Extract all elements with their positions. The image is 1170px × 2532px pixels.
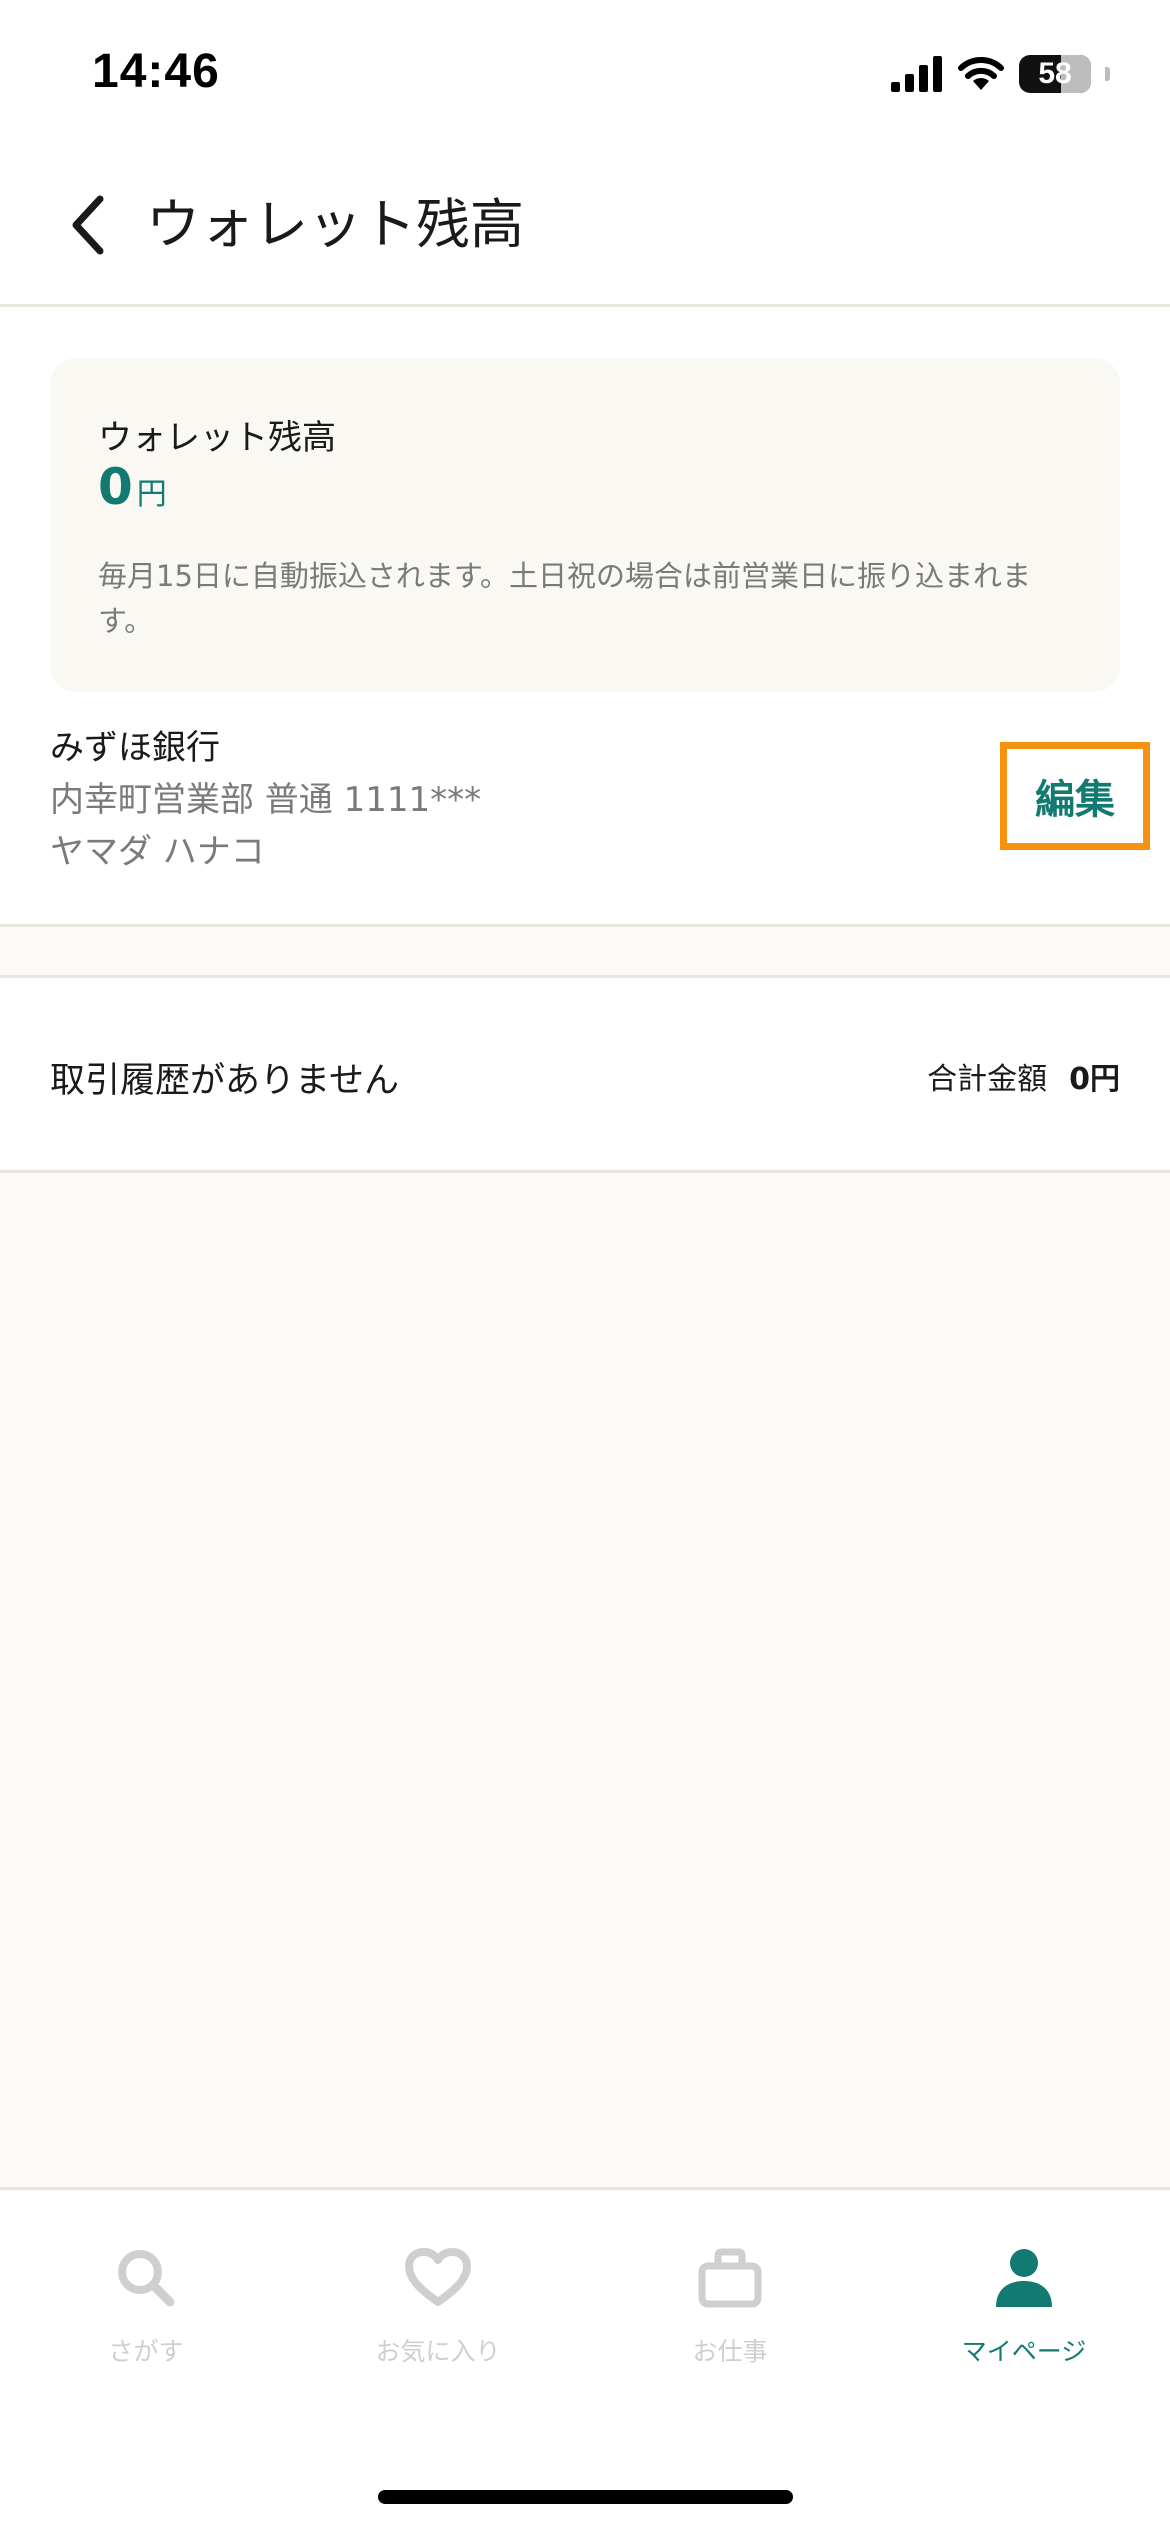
tab-label: お仕事 (692, 2337, 768, 2366)
section-gap (0, 927, 1170, 975)
total-label: 合計金額 (927, 1062, 1048, 1097)
battery-icon: 58 (1019, 55, 1091, 93)
header-divider (0, 304, 1170, 307)
wifi-icon (958, 57, 1004, 90)
home-indicator (378, 2490, 793, 2504)
tab-search[interactable]: さがす (26, 2240, 266, 2368)
tab-favorites[interactable]: お気に入り (318, 2240, 558, 2368)
tab-jobs[interactable]: お仕事 (610, 2240, 850, 2368)
back-button[interactable] (58, 190, 118, 260)
person-icon (996, 2249, 1052, 2307)
tab-mypage[interactable]: マイページ (904, 2240, 1144, 2368)
tab-label: さがす (108, 2337, 184, 2366)
balance-unit: 円 (136, 477, 167, 512)
tab-label: マイページ (961, 2337, 1087, 2366)
balance-card: ウォレット残高 0 円 毎月15日に自動振込されます。土日祝の場合は前営業日に振… (50, 358, 1120, 692)
status-icons: 58 (891, 50, 1110, 98)
tab-label: お気に入り (375, 2337, 501, 2366)
signal-icon (891, 56, 942, 92)
bank-name: みずほ銀行 (50, 728, 220, 768)
balance-amount: 0 円 (98, 458, 167, 516)
chevron-left-icon (72, 195, 104, 255)
history-empty-message: 取引履歴がありません (50, 1061, 399, 1101)
history-list-area (0, 1173, 1170, 2187)
briefcase-icon (698, 2248, 762, 2308)
balance-value: 0 (98, 458, 133, 516)
account-holder: ヤマダ ハナコ (50, 832, 265, 872)
balance-label: ウォレット残高 (98, 418, 336, 458)
search-icon (118, 2250, 175, 2307)
battery-tip (1105, 67, 1110, 81)
bank-branch-account: 内幸町営業部 普通 1111*** (50, 780, 482, 820)
status-time: 14:46 (92, 45, 220, 98)
battery-level: 58 (1038, 57, 1072, 90)
edit-button[interactable]: 編集 (1000, 742, 1150, 850)
page-title: ウォレット残高 (146, 193, 524, 256)
transfer-note: 毎月15日に自動振込されます。土日祝の場合は前営業日に振り込まれます。 (98, 559, 1032, 638)
heart-icon (405, 2248, 471, 2306)
history-total: 合計金額 0円 (927, 1054, 1120, 1098)
total-amount: 0円 (1069, 1062, 1120, 1097)
